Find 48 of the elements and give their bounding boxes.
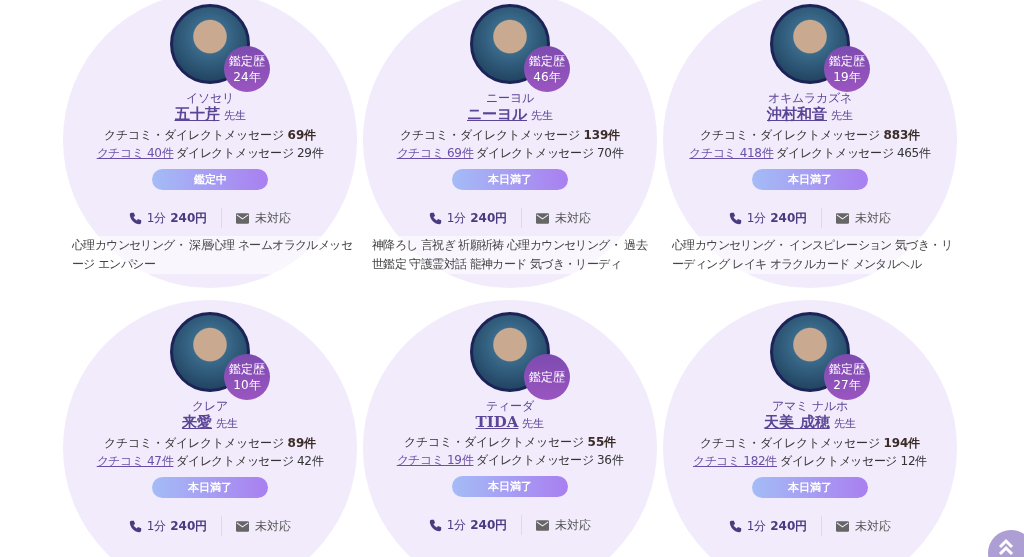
mail-status: 未対応	[855, 517, 892, 535]
message-count: ダイレクトメッセージ 12件	[780, 453, 927, 470]
teller-name-link[interactable]: TIDA	[475, 413, 519, 431]
reviews-link[interactable]: クチコミ 19件	[396, 452, 474, 469]
reviews-link[interactable]: クチコミ 47件	[96, 453, 174, 470]
name-reading: アマミ ナルホ	[772, 400, 848, 413]
review-total: クチコミ・ダイレクトメッセージ 69件	[103, 127, 317, 144]
price-per-minute: 1分 240円	[146, 209, 208, 227]
review-total: クチコミ・ダイレクトメッセージ 139件	[399, 127, 621, 144]
review-total: クチコミ・ダイレクトメッセージ 89件	[103, 435, 317, 452]
mail-status: 未対応	[255, 209, 292, 227]
review-total: クチコミ・ダイレクトメッセージ 55件	[403, 434, 617, 451]
name-reading: ティーダ	[486, 400, 534, 413]
message-count: ダイレクトメッセージ 36件	[476, 452, 624, 469]
teller-name-link[interactable]: 来愛	[182, 413, 212, 432]
mail-status: 未対応	[855, 209, 892, 227]
review-total: クチコミ・ダイレクトメッセージ 883件	[699, 127, 921, 144]
teller-name-link[interactable]: 五十芹	[174, 105, 220, 124]
message-count: ダイレクトメッセージ 465件	[776, 145, 931, 162]
name-reading: ニーヨル	[486, 92, 534, 105]
price-per-minute: 1分 240円	[446, 516, 508, 534]
reviews-link[interactable]: クチコミ 40件	[96, 145, 174, 162]
name-reading: オキムラカズネ	[768, 92, 852, 105]
price-per-minute: 1分 240円	[746, 209, 808, 227]
reviews-link[interactable]: クチコミ 418件	[689, 145, 774, 162]
teller-name-link[interactable]: 天美 成穂	[764, 413, 830, 432]
review-total: クチコミ・ダイレクトメッセージ 194件	[699, 435, 921, 452]
teller-name-link[interactable]: 沖村和音	[767, 105, 827, 124]
message-count: ダイレクトメッセージ 29件	[176, 145, 324, 162]
name-reading: イソセリ	[186, 92, 234, 105]
honorific: 先生	[223, 108, 246, 123]
honorific: 先生	[531, 108, 553, 123]
mail-status: 未対応	[255, 517, 292, 535]
message-count: ダイレクトメッセージ 42件	[176, 453, 324, 470]
honorific: 先生	[216, 416, 238, 431]
name-reading: クレア	[192, 400, 228, 413]
honorific: 先生	[833, 416, 856, 431]
mail-status: 未対応	[555, 516, 592, 534]
mail-status: 未対応	[555, 209, 592, 227]
honorific: 先生	[831, 108, 853, 123]
reviews-link[interactable]: クチコミ 69件	[396, 145, 474, 162]
message-count: ダイレクトメッセージ 70件	[476, 145, 624, 162]
teller-name-link[interactable]: ニーヨル	[467, 105, 527, 124]
price-per-minute: 1分 240円	[146, 517, 208, 535]
reviews-link[interactable]: クチコミ 182件	[693, 453, 778, 470]
price-per-minute: 1分 240円	[746, 517, 808, 535]
price-per-minute: 1分 240円	[446, 209, 508, 227]
honorific: 先生	[522, 416, 545, 431]
